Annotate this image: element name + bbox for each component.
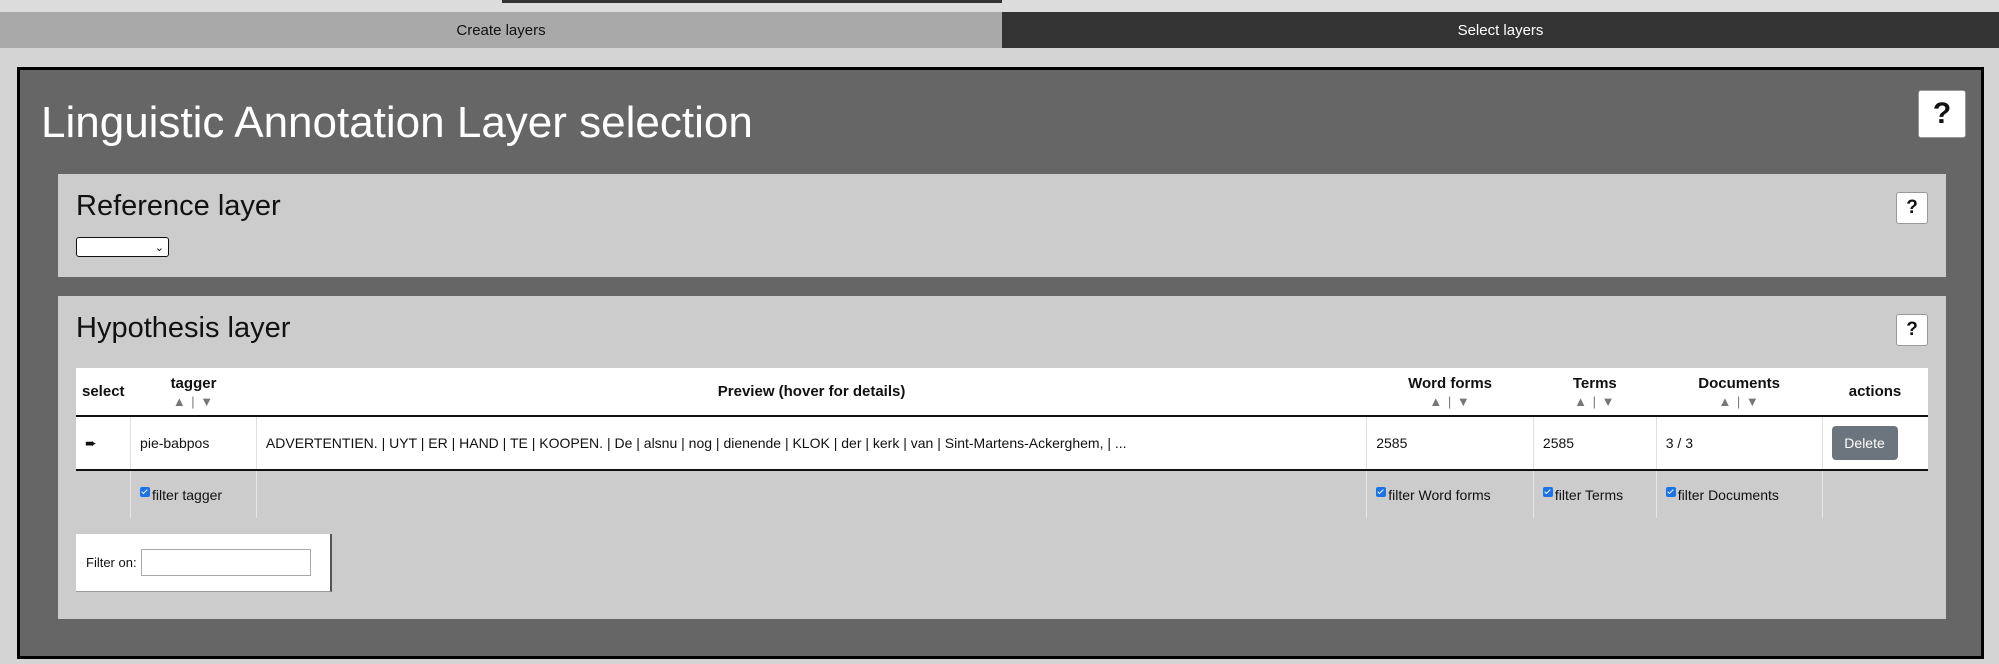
filter-cell-select (76, 470, 131, 518)
column-header-select: select (76, 368, 131, 416)
column-header-terms-label: Terms (1572, 374, 1617, 392)
filter-word-forms-label: filter Word forms (1388, 486, 1491, 503)
filter-terms-checkbox[interactable]: filter Terms (1542, 486, 1624, 503)
checkbox-checked-icon[interactable] (140, 486, 151, 497)
tab-bar: Create layers Select layers (0, 12, 1999, 48)
hypothesis-help-button[interactable]: ? (1896, 314, 1928, 346)
filter-cell-actions (1821, 470, 1928, 518)
filter-cell-preview (255, 470, 1367, 518)
filter-on-box: Filter on: (76, 534, 332, 592)
table-row[interactable]: ➨ pie-babpos ADVERTENTIEN. | UYT | ER | … (76, 415, 1928, 471)
column-header-documents-label: Documents (1698, 374, 1780, 392)
filter-on-label: Filter on: (86, 555, 137, 570)
filter-cell-terms: filter Terms (1532, 470, 1657, 518)
hypothesis-layer-title: Hypothesis layer (76, 312, 291, 344)
checkbox-checked-icon[interactable] (1542, 486, 1553, 497)
filter-word-forms-checkbox[interactable]: filter Word forms (1376, 486, 1491, 503)
active-tab-indicator (502, 0, 1002, 3)
layer-selection-container: Linguistic Annotation Layer selection ? … (17, 67, 1984, 659)
row-terms: 2585 (1532, 415, 1657, 471)
select-arrow-icon[interactable]: ➨ (85, 435, 97, 451)
row-word-forms: 2585 (1366, 415, 1534, 471)
checkbox-checked-icon[interactable] (1376, 486, 1387, 497)
sort-word-forms-icon[interactable]: ▲ | ▼ (1373, 394, 1528, 409)
reference-layer-title: Reference layer (76, 190, 281, 222)
row-tagger: pie-babpos (130, 415, 257, 471)
column-header-documents: Documents ▲ | ▼ (1656, 368, 1823, 416)
delete-button[interactable]: Delete (1831, 426, 1898, 460)
column-header-preview: Preview (hover for details) (256, 368, 1367, 416)
filter-tagger-checkbox[interactable]: filter tagger (140, 486, 223, 503)
top-strip (0, 0, 1999, 12)
tab-select-layers[interactable]: Select layers (1002, 12, 1999, 48)
column-header-tagger-label: tagger (170, 374, 217, 392)
column-header-terms: Terms ▲ | ▼ (1533, 368, 1657, 416)
chevron-down-icon: ⌄ (154, 241, 164, 254)
filter-row: filter tagger filter Word forms filter T… (76, 470, 1928, 518)
filter-tagger-label: filter tagger (152, 486, 223, 503)
sort-tagger-icon[interactable]: ▲ | ▼ (137, 394, 251, 409)
reference-help-button[interactable]: ? (1896, 192, 1928, 224)
row-actions: Delete (1821, 415, 1928, 471)
tab-create-layers[interactable]: Create layers (0, 12, 1002, 48)
filter-cell-documents: filter Documents (1655, 470, 1823, 518)
column-header-word-forms-label: Word forms (1408, 374, 1493, 392)
filter-terms-label: filter Terms (1554, 486, 1624, 503)
row-select-cell[interactable]: ➨ (76, 415, 131, 471)
filter-cell-word-forms: filter Word forms (1366, 470, 1534, 518)
filter-on-input[interactable] (140, 549, 311, 576)
page-title: Linguistic Annotation Layer selection (41, 98, 753, 147)
main-help-button[interactable]: ? (1918, 90, 1966, 138)
reference-layer-panel: Reference layer ? ⌄ (58, 174, 1946, 277)
reference-layer-select[interactable]: ⌄ (76, 237, 169, 257)
column-header-actions: actions (1822, 368, 1928, 416)
row-preview: ADVERTENTIEN. | UYT | ER | HAND | TE | K… (255, 415, 1367, 471)
checkbox-checked-icon[interactable] (1665, 486, 1676, 497)
filter-documents-label: filter Documents (1677, 486, 1779, 503)
row-documents: 3 / 3 (1655, 415, 1823, 471)
sort-documents-icon[interactable]: ▲ | ▼ (1662, 394, 1816, 409)
hypothesis-layer-panel: Hypothesis layer ? select tagger ▲ | ▼ P… (58, 296, 1946, 619)
column-header-word-forms: Word forms ▲ | ▼ (1366, 368, 1534, 416)
sort-terms-icon[interactable]: ▲ | ▼ (1539, 394, 1650, 409)
column-header-tagger: tagger ▲ | ▼ (130, 368, 257, 416)
filter-documents-checkbox[interactable]: filter Documents (1665, 486, 1779, 503)
filter-cell-tagger: filter tagger (130, 470, 257, 518)
hypothesis-layers-table: select tagger ▲ | ▼ Preview (hover for d… (76, 368, 1928, 518)
